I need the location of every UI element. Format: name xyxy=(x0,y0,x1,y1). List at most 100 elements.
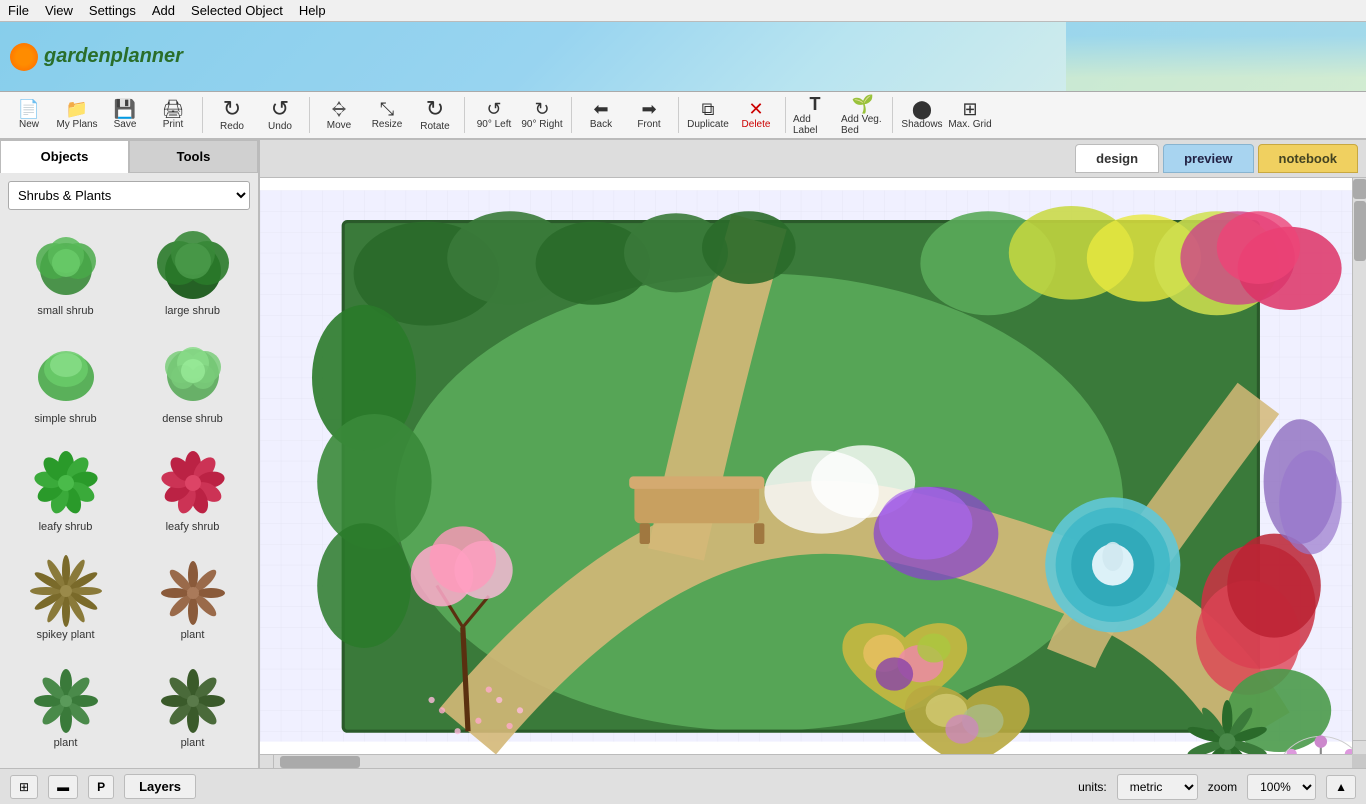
plant2-icon xyxy=(30,663,102,735)
menu-file[interactable]: File xyxy=(8,3,29,18)
left-panel: Objects Tools Shrubs & Plants Trees Flow… xyxy=(0,140,260,768)
units-select[interactable]: metric imperial xyxy=(1117,774,1198,800)
list-item[interactable]: leafy shrub xyxy=(4,438,127,542)
rotate-button[interactable]: ↻Rotate xyxy=(412,94,458,136)
canvas-area: design preview notebook xyxy=(260,140,1366,768)
category-dropdown[interactable]: Shrubs & Plants Trees Flowers Ground Cov… xyxy=(8,181,250,210)
list-item[interactable]: simple shrub xyxy=(4,330,127,434)
ruler-button[interactable]: ▬ xyxy=(48,775,78,799)
menu-settings[interactable]: Settings xyxy=(89,3,136,18)
status-bar: ⊞ ▬ P Layers units: metric imperial zoom… xyxy=(0,768,1366,804)
leafy-shrub-red-label: leafy shrub xyxy=(166,521,220,533)
move-icon xyxy=(329,99,349,119)
90right-button[interactable]: ↻90° Right xyxy=(519,94,565,136)
zoom-up-button[interactable]: ▲ xyxy=(1326,775,1356,799)
menu-add[interactable]: Add xyxy=(152,3,175,18)
tab-tools[interactable]: Tools xyxy=(129,140,258,173)
simple-shrub-icon xyxy=(30,339,102,411)
move-button[interactable]: Move xyxy=(316,94,362,136)
leafy-shrub-red-icon xyxy=(157,447,229,519)
list-item[interactable]: plant xyxy=(4,654,127,758)
max-grid-button[interactable]: ⊞Max. Grid xyxy=(947,94,993,136)
dense-shrub-icon xyxy=(157,339,229,411)
brand-name: gardenplanner xyxy=(44,45,183,68)
horizontal-scroll-thumb[interactable] xyxy=(280,756,360,768)
p-button[interactable]: P xyxy=(88,775,114,799)
garden-svg xyxy=(260,178,1352,754)
plant2-label: plant xyxy=(54,737,78,749)
panel-tabs: Objects Tools xyxy=(0,140,258,173)
leafy-shrub-green-icon xyxy=(30,447,102,519)
list-item[interactable] xyxy=(131,762,254,768)
simple-shrub-label: simple shrub xyxy=(34,413,96,425)
redo-button[interactable]: ↻Redo xyxy=(209,94,255,136)
header: gardenplanner xyxy=(0,22,1366,92)
tab-objects[interactable]: Objects xyxy=(0,140,129,173)
vertical-scroll-thumb[interactable] xyxy=(1354,201,1366,261)
brand: gardenplanner xyxy=(10,43,183,71)
sep5 xyxy=(678,97,679,133)
menu-selected-object[interactable]: Selected Object xyxy=(191,3,283,18)
main-layout: Objects Tools Shrubs & Plants Trees Flow… xyxy=(0,140,1366,768)
tab-notebook[interactable]: notebook xyxy=(1258,144,1359,173)
sep2 xyxy=(309,97,310,133)
zoom-select[interactable]: 100% 75% 50% 125% 150% xyxy=(1247,774,1316,800)
list-item[interactable]: large shrub xyxy=(131,222,254,326)
zoom-label: zoom xyxy=(1208,780,1237,794)
my-plans-button[interactable]: 📁My Plans xyxy=(54,94,100,136)
front-button[interactable]: ➡Front xyxy=(626,94,672,136)
list-item[interactable]: plant xyxy=(131,546,254,650)
canvas-scroll xyxy=(260,178,1366,768)
vertical-scrollbar[interactable] xyxy=(1352,178,1366,754)
spikey-plant-icon xyxy=(30,555,102,627)
90left-button[interactable]: ↺90° Left xyxy=(471,94,517,136)
tab-design[interactable]: design xyxy=(1075,144,1159,173)
garden-canvas[interactable] xyxy=(260,178,1352,754)
horizontal-scrollbar[interactable] xyxy=(260,754,1352,768)
list-item[interactable]: spikey plant xyxy=(4,546,127,650)
spikey-plant-label: spikey plant xyxy=(36,629,94,641)
save-button[interactable]: 💾Save xyxy=(102,94,148,136)
new-button[interactable]: 📄New xyxy=(6,94,52,136)
plant1-icon xyxy=(157,555,229,627)
menu-help[interactable]: Help xyxy=(299,3,326,18)
plant3-icon xyxy=(157,663,229,735)
dense-shrub-label: dense shrub xyxy=(162,413,223,425)
objects-grid: small shrub large shrub xyxy=(0,218,258,768)
shadows-button[interactable]: ⬤Shadows xyxy=(899,94,945,136)
leafy-shrub-green-label: leafy shrub xyxy=(39,521,93,533)
list-item[interactable]: plant xyxy=(131,654,254,758)
layers-button[interactable]: Layers xyxy=(124,774,196,799)
category-select[interactable]: Shrubs & Plants Trees Flowers Ground Cov… xyxy=(8,181,250,210)
undo-button[interactable]: ↺Undo xyxy=(257,94,303,136)
resize-button[interactable]: ⤡Resize xyxy=(364,94,410,136)
sep4 xyxy=(571,97,572,133)
toolbar: 📄New 📁My Plans 💾Save 🖨Print ↻Redo ↺Undo … xyxy=(0,92,1366,140)
plant3-label: plant xyxy=(181,737,205,749)
print-button[interactable]: 🖨Print xyxy=(150,94,196,136)
large-shrub-icon xyxy=(157,231,229,303)
list-item[interactable]: leafy shrub xyxy=(131,438,254,542)
units-label: units: xyxy=(1078,780,1107,794)
delete-button[interactable]: ✕Delete xyxy=(733,94,779,136)
add-label-button[interactable]: TAdd Label xyxy=(792,94,838,136)
add-veg-bed-button[interactable]: 🌱Add Veg. Bed xyxy=(840,94,886,136)
plant1-label: plant xyxy=(181,629,205,641)
view-tabs: design preview notebook xyxy=(260,140,1366,178)
tab-preview[interactable]: preview xyxy=(1163,144,1253,173)
menu-view[interactable]: View xyxy=(45,3,73,18)
sep3 xyxy=(464,97,465,133)
back-button[interactable]: ⬅Back xyxy=(578,94,624,136)
list-item[interactable] xyxy=(4,762,127,768)
sep6 xyxy=(785,97,786,133)
small-shrub-icon xyxy=(30,231,102,303)
brand-icon xyxy=(10,43,38,71)
grid-button[interactable]: ⊞ xyxy=(10,775,38,799)
menu-bar: File View Settings Add Selected Object H… xyxy=(0,0,1366,22)
duplicate-button[interactable]: ⧉Duplicate xyxy=(685,94,731,136)
small-shrub-label: small shrub xyxy=(37,305,93,317)
list-item[interactable]: small shrub xyxy=(4,222,127,326)
list-item[interactable]: dense shrub xyxy=(131,330,254,434)
sep1 xyxy=(202,97,203,133)
large-shrub-label: large shrub xyxy=(165,305,220,317)
